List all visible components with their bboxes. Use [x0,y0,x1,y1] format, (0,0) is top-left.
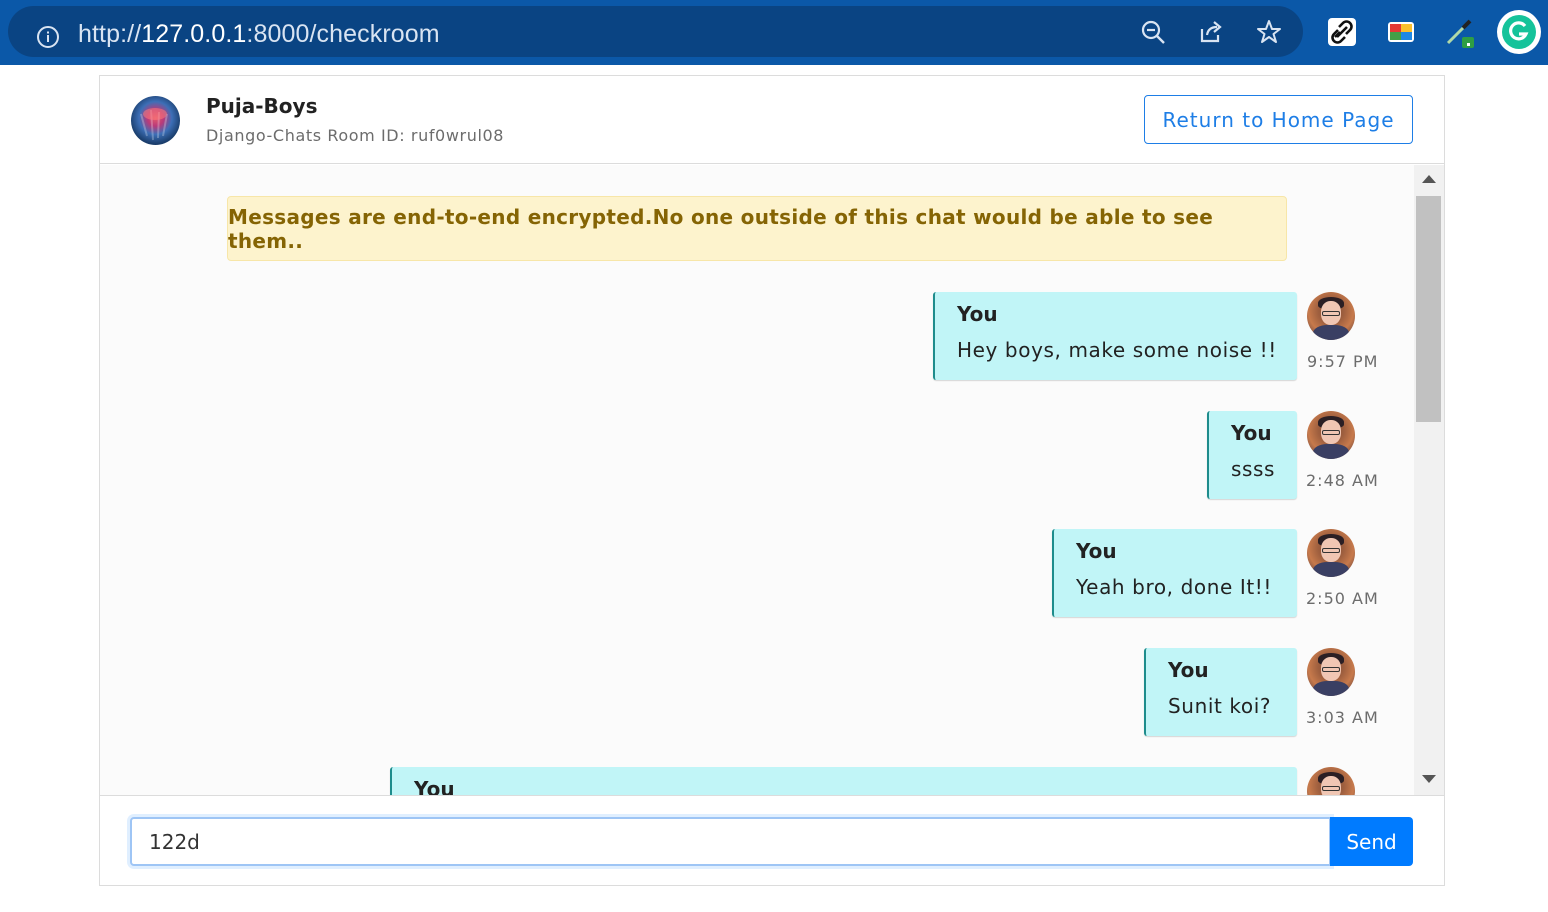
avatar [1307,411,1355,459]
scroll-down-arrow-icon[interactable] [1422,775,1436,783]
message-time: 9:57 PM [1307,352,1379,371]
avatar [1307,529,1355,577]
address-bar[interactable]: http://127.0.0.1:8000/checkroom [8,6,1303,57]
room-id: Django-Chats Room ID: ruf0wrul08 [206,126,505,145]
star-icon[interactable] [1256,19,1282,45]
chat-composer: Send [100,795,1444,885]
scroll-up-arrow-icon[interactable] [1422,175,1436,183]
message-bubble: You [390,767,1297,795]
chat-scrollbar[interactable] [1414,165,1444,795]
send-button[interactable]: Send [1330,817,1413,866]
message-input[interactable] [130,817,1331,866]
zoom-out-icon[interactable] [1140,19,1166,45]
message-bubble: You Hey boys, make some noise !! [933,292,1297,380]
color-extension-icon[interactable] [1385,16,1417,48]
message-time: 2:50 AM [1306,589,1379,608]
message-text: Sunit koi? [1168,694,1272,718]
grammarly-extension-icon[interactable] [1496,9,1542,55]
message-text: Yeah bro, done It!! [1076,575,1273,599]
share-icon[interactable] [1198,19,1224,45]
message-sender: You [1168,658,1209,682]
chat-card: Puja-Boys Django-Chats Room ID: ruf0wrul… [99,75,1445,886]
url-scheme: http:// [78,20,142,48]
browser-toolbar: http://127.0.0.1:8000/checkroom [0,0,1548,65]
return-home-button[interactable]: Return to Home Page [1144,95,1413,144]
message-bubble: You ssss [1207,411,1297,499]
chat-messages-area[interactable]: Messages are end-to-end encrypted.No one… [100,165,1444,795]
message-bubble: You Yeah bro, done It!! [1052,529,1297,617]
url-host: 127.0.0.1 [141,20,247,48]
message-time: 2:48 AM [1306,471,1379,490]
eyedropper-extension-icon[interactable] [1443,16,1475,48]
message-sender: You [414,777,455,795]
message-text: ssss [1231,457,1276,481]
url-text[interactable]: http://127.0.0.1:8000/checkroom [78,20,440,49]
link-extension-icon[interactable] [1326,16,1358,48]
chat-header: Puja-Boys Django-Chats Room ID: ruf0wrul… [100,76,1444,164]
message-text: Hey boys, make some noise !! [957,338,1277,362]
avatar [1307,648,1355,696]
avatar [1307,767,1355,795]
message-bubble: You Sunit koi? [1144,648,1297,736]
avatar [1307,292,1355,340]
scroll-thumb[interactable] [1416,196,1441,422]
room-avatar [131,96,180,145]
message-sender: You [957,302,998,326]
info-icon[interactable] [36,25,60,49]
room-name: Puja-Boys [206,94,318,118]
encryption-alert: Messages are end-to-end encrypted.No one… [227,196,1287,261]
message-sender: You [1231,421,1272,445]
message-sender: You [1076,539,1117,563]
message-time: 3:03 AM [1306,708,1379,727]
url-path: :8000/checkroom [246,20,440,48]
